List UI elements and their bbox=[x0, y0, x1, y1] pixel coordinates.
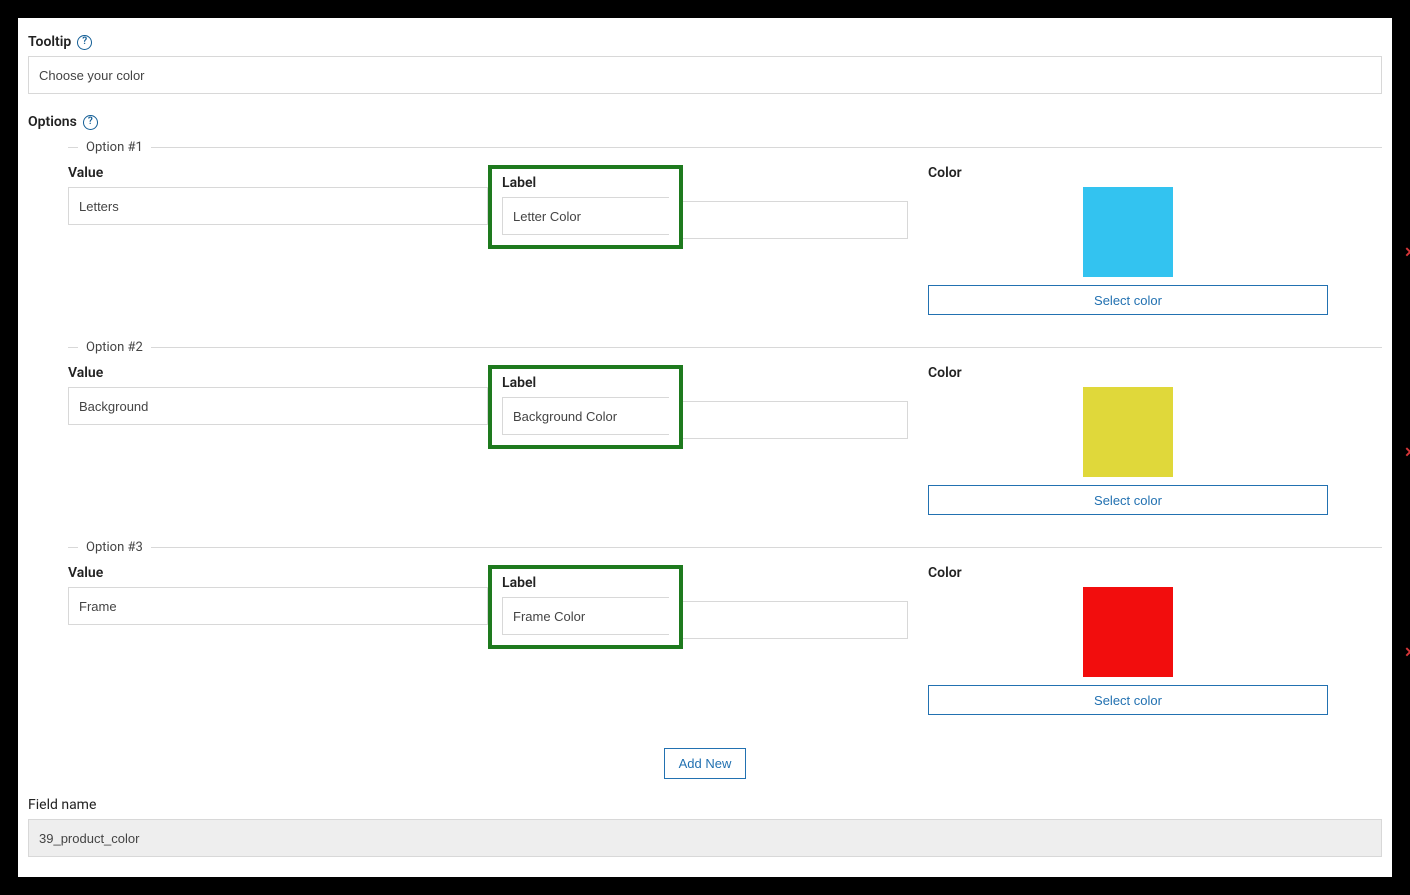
help-icon[interactable]: ? bbox=[77, 35, 92, 50]
form-page: Tooltip ? Options ? Option #1 Value Labe… bbox=[18, 18, 1392, 877]
value-column: Value bbox=[68, 365, 488, 425]
value-label: Value bbox=[68, 365, 488, 381]
swatch-wrap: Select color bbox=[928, 587, 1328, 715]
tooltip-label: Tooltip bbox=[28, 34, 71, 50]
label-input-extension bbox=[683, 401, 908, 439]
field-name-input bbox=[28, 819, 1382, 857]
swatch-wrap: Select color bbox=[928, 187, 1328, 315]
option-block: Option #3 Value Label Color bbox=[68, 540, 1382, 740]
label-highlight-box: Label bbox=[488, 365, 683, 449]
color-swatch[interactable] bbox=[1083, 587, 1173, 677]
color-swatch[interactable] bbox=[1083, 187, 1173, 277]
close-icon[interactable]: ✕ bbox=[1404, 445, 1410, 461]
label-label: Label bbox=[502, 175, 669, 191]
option-row: Value Label Color Select color bbox=[68, 365, 1382, 515]
value-input[interactable] bbox=[68, 587, 488, 625]
label-column: Label bbox=[488, 365, 908, 449]
swatch-wrap: Select color bbox=[928, 387, 1328, 515]
select-color-button[interactable]: Select color bbox=[928, 285, 1328, 315]
label-input[interactable] bbox=[502, 197, 669, 235]
close-icon[interactable]: ✕ bbox=[1404, 645, 1410, 661]
option-block: Option #1 Value Label Color bbox=[68, 140, 1382, 340]
field-name-section: Field name bbox=[28, 797, 1382, 857]
label-column: Label bbox=[488, 565, 908, 649]
option-legend: Option #1 bbox=[78, 140, 151, 155]
value-column: Value bbox=[68, 165, 488, 225]
color-swatch[interactable] bbox=[1083, 387, 1173, 477]
value-input[interactable] bbox=[68, 187, 488, 225]
options-area: Option #1 Value Label Color bbox=[28, 140, 1382, 740]
select-color-button[interactable]: Select color bbox=[928, 685, 1328, 715]
label-column: Label bbox=[488, 165, 908, 249]
color-label: Color bbox=[928, 365, 1328, 381]
select-color-button[interactable]: Select color bbox=[928, 485, 1328, 515]
add-new-row: Add New bbox=[28, 748, 1382, 779]
label-label: Label bbox=[502, 375, 669, 391]
option-legend: Option #2 bbox=[78, 340, 151, 355]
label-label: Label bbox=[502, 575, 669, 591]
color-column: Color Select color bbox=[928, 565, 1328, 715]
value-column: Value bbox=[68, 565, 488, 625]
tooltip-input[interactable] bbox=[28, 56, 1382, 94]
color-label: Color bbox=[928, 165, 1328, 181]
label-highlight-box: Label bbox=[488, 565, 683, 649]
field-name-header: Field name bbox=[28, 797, 1382, 813]
add-new-button[interactable]: Add New bbox=[664, 748, 747, 779]
field-name-label: Field name bbox=[28, 797, 96, 813]
options-label: Options bbox=[28, 114, 77, 130]
option-block: Option #2 Value Label Color bbox=[68, 340, 1382, 540]
options-header: Options ? bbox=[28, 114, 1382, 130]
value-label: Value bbox=[68, 565, 488, 581]
close-icon[interactable]: ✕ bbox=[1404, 245, 1410, 261]
option-row: Value Label Color Select color bbox=[68, 565, 1382, 715]
label-input-extension bbox=[683, 201, 908, 239]
value-label: Value bbox=[68, 165, 488, 181]
option-legend: Option #3 bbox=[78, 540, 151, 555]
option-row: Value Label Color Select color bbox=[68, 165, 1382, 315]
color-label: Color bbox=[928, 565, 1328, 581]
label-input[interactable] bbox=[502, 597, 669, 635]
label-input-extension bbox=[683, 601, 908, 639]
color-column: Color Select color bbox=[928, 365, 1328, 515]
label-highlight-box: Label bbox=[488, 165, 683, 249]
help-icon[interactable]: ? bbox=[83, 115, 98, 130]
value-input[interactable] bbox=[68, 387, 488, 425]
label-input[interactable] bbox=[502, 397, 669, 435]
tooltip-header: Tooltip ? bbox=[28, 34, 1382, 50]
color-column: Color Select color bbox=[928, 165, 1328, 315]
